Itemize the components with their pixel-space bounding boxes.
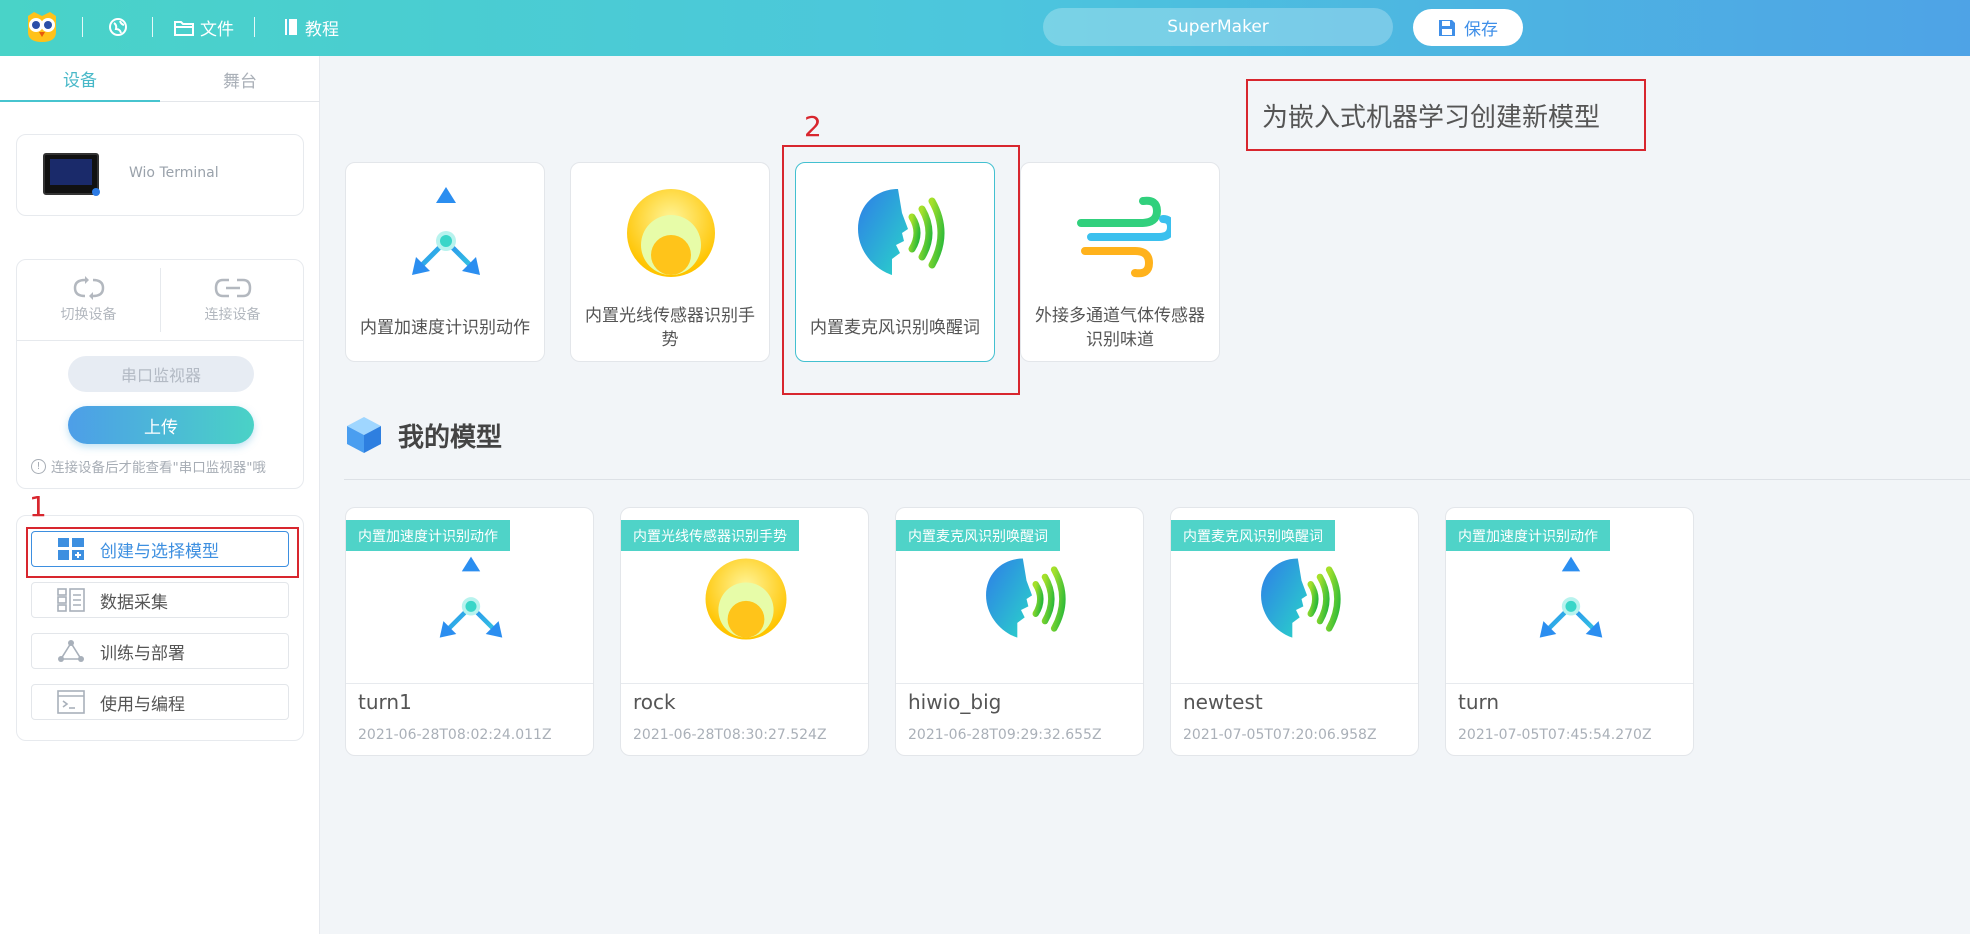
divider xyxy=(17,340,303,341)
tutorial-menu[interactable]: 教程 xyxy=(283,14,339,40)
page-title: 为嵌入式机器学习创建新模型 xyxy=(1262,102,1601,133)
device-operations-panel: 切换设备 连接设备 串口监视器 上传 ! 连接设备后才能查看"串口监视器"哦 xyxy=(16,259,304,489)
divider xyxy=(346,683,593,684)
annotation-number-1: 1 xyxy=(29,490,47,523)
my-model-card[interactable]: 内置麦克风识别唤醒词 hiwio_big 2021-06-28T09:29:32… xyxy=(895,507,1144,756)
switch-device-label: 切换设备 xyxy=(60,307,117,323)
model-name: newtest xyxy=(1183,690,1263,714)
divider xyxy=(1446,683,1693,684)
data-collect-icon xyxy=(56,587,86,613)
top-bar: 文件 教程 SuperMaker 保存 xyxy=(0,0,1970,56)
info-icon: ! xyxy=(31,458,46,474)
menu-train-deploy[interactable]: 训练与部署 xyxy=(31,633,289,669)
model-date: 2021-07-05T07:20:06.958Z xyxy=(1183,727,1377,743)
cube-icon xyxy=(347,417,381,453)
device-card[interactable]: Wio Terminal xyxy=(16,134,304,216)
my-model-card[interactable]: 内置加速度计识别动作 turn 2021-07-05T07:45:54.270Z xyxy=(1445,507,1694,756)
accelerometer-icon xyxy=(1525,553,1617,645)
sidebar: 设备 舞台 Wio Terminal 切换设备 连接设备 串口监视器 上传 ! … xyxy=(0,56,320,934)
divider xyxy=(344,479,1970,480)
microphone-voice-icon xyxy=(846,183,946,283)
device-name: Wio Terminal xyxy=(129,165,219,181)
divider xyxy=(896,683,1143,684)
model-type-label: 内置光线传感器识别手势 xyxy=(585,306,755,350)
divider xyxy=(82,17,83,37)
menu-item-label: 数据采集 xyxy=(100,592,168,613)
model-type-card[interactable]: 内置加速度计识别动作 xyxy=(345,162,545,362)
connect-device-label: 连接设备 xyxy=(204,307,261,323)
my-models-header: 我的模型 xyxy=(344,412,502,458)
model-name: turn1 xyxy=(358,690,412,714)
model-type-label: 外接多通道气体传感器识别味道 xyxy=(1035,306,1205,350)
annotation-number-2: 2 xyxy=(804,110,822,143)
light-sensor-icon xyxy=(700,553,792,645)
model-type-card[interactable]: 内置麦克风识别唤醒词 xyxy=(795,162,995,362)
model-type-label: 内置加速度计识别动作 xyxy=(360,318,530,338)
menu-use-program[interactable]: 使用与编程 xyxy=(31,684,289,720)
owl-logo-icon[interactable] xyxy=(24,10,60,44)
tab-stage[interactable]: 舞台 xyxy=(160,56,320,102)
light-sensor-icon xyxy=(621,183,721,283)
file-menu-label: 文件 xyxy=(200,19,234,40)
model-date: 2021-06-28T08:02:24.011Z xyxy=(358,727,552,743)
my-model-card[interactable]: 内置光线传感器识别手势 rock 2021-06-28T08:30:27.524… xyxy=(620,507,869,756)
divider xyxy=(621,683,868,684)
divider xyxy=(152,17,153,37)
accelerometer-icon xyxy=(425,553,517,645)
serial-monitor-button[interactable]: 串口监视器 xyxy=(68,356,254,392)
model-name: hiwio_big xyxy=(908,690,1002,714)
model-type-card[interactable]: 外接多通道气体传感器识别味道 xyxy=(1020,162,1220,362)
menu-data-collection[interactable]: 数据采集 xyxy=(31,582,289,618)
serial-hint: ! 连接设备后才能查看"串口监视器"哦 xyxy=(31,456,266,476)
divider xyxy=(1171,683,1418,684)
menu-item-label: 使用与编程 xyxy=(100,694,185,715)
tab-device[interactable]: 设备 xyxy=(0,56,160,102)
model-type-tag: 内置麦克风识别唤醒词 xyxy=(896,520,1060,551)
folder-icon xyxy=(174,20,194,36)
project-name-input[interactable]: SuperMaker xyxy=(1043,8,1393,46)
upload-button[interactable]: 上传 xyxy=(68,406,254,444)
menu-item-label: 训练与部署 xyxy=(100,643,185,664)
model-type-tag: 内置加速度计识别动作 xyxy=(346,520,510,551)
microphone-voice-icon xyxy=(975,553,1067,645)
model-type-tag: 内置麦克风识别唤醒词 xyxy=(1171,520,1335,551)
connect-device-button[interactable]: 连接设备 xyxy=(161,260,304,340)
save-button[interactable]: 保存 xyxy=(1413,9,1523,46)
microphone-voice-icon xyxy=(1250,553,1342,645)
save-button-label: 保存 xyxy=(1464,20,1498,40)
model-name: rock xyxy=(633,690,676,714)
model-type-label: 内置麦克风识别唤醒词 xyxy=(810,318,980,338)
link-icon xyxy=(214,278,251,298)
model-name: turn xyxy=(1458,690,1500,714)
switch-device-button[interactable]: 切换设备 xyxy=(17,260,160,340)
sidebar-tabs: 设备 舞台 xyxy=(0,56,320,102)
save-icon xyxy=(1439,19,1455,36)
model-type-tag: 内置光线传感器识别手势 xyxy=(621,520,799,551)
model-date: 2021-07-05T07:45:54.270Z xyxy=(1458,727,1652,743)
model-date: 2021-06-28T08:30:27.524Z xyxy=(633,727,827,743)
code-icon xyxy=(56,689,86,715)
annotation-box-1 xyxy=(26,527,299,578)
switch-icon xyxy=(73,276,104,300)
globe-icon[interactable] xyxy=(108,14,128,40)
divider xyxy=(254,17,255,37)
accelerometer-icon xyxy=(396,183,496,283)
my-model-card[interactable]: 内置麦克风识别唤醒词 newtest 2021-07-05T07:20:06.9… xyxy=(1170,507,1419,756)
book-icon xyxy=(285,19,297,35)
model-type-card[interactable]: 内置光线传感器识别手势 xyxy=(570,162,770,362)
headline-box: 为嵌入式机器学习创建新模型 xyxy=(1246,79,1646,151)
file-menu[interactable]: 文件 xyxy=(174,14,234,40)
device-image xyxy=(43,153,100,196)
serial-hint-text: 连接设备后才能查看"串口监视器"哦 xyxy=(51,460,266,476)
train-deploy-icon xyxy=(56,638,86,664)
model-date: 2021-06-28T09:29:32.655Z xyxy=(908,727,1102,743)
tutorial-menu-label: 教程 xyxy=(305,19,339,40)
my-models-title: 我的模型 xyxy=(398,422,503,453)
my-model-card[interactable]: 内置加速度计识别动作 turn1 2021-06-28T08:02:24.011… xyxy=(345,507,594,756)
model-type-tag: 内置加速度计识别动作 xyxy=(1446,520,1610,551)
gas-sensor-icon xyxy=(1071,183,1171,283)
